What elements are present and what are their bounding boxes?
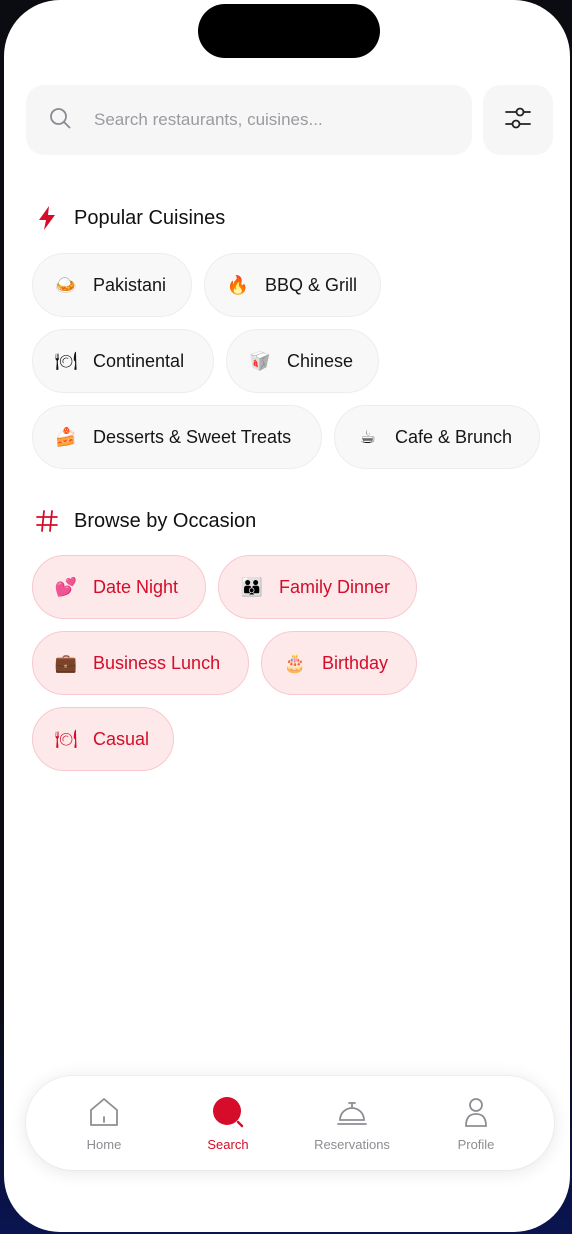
search-icon xyxy=(211,1095,245,1129)
plate-icon: 🍽 xyxy=(54,728,78,750)
chip-casual[interactable]: 🍽 Casual xyxy=(32,707,174,771)
chip-label: Casual xyxy=(93,728,150,749)
chip-label: Desserts & Sweet Treats xyxy=(93,426,292,447)
tab-profile[interactable]: Profile xyxy=(421,1095,531,1152)
chip-label: Date Night xyxy=(93,576,179,597)
chip-business-lunch[interactable]: 💼 Business Lunch xyxy=(32,631,249,695)
tab-home[interactable]: Home xyxy=(49,1095,159,1152)
lightning-icon xyxy=(34,205,60,231)
tab-reservations[interactable]: Reservations xyxy=(297,1095,407,1152)
popular-cuisines-heading: Popular Cuisines xyxy=(34,205,225,231)
coffee-icon: ☕ xyxy=(359,426,377,448)
chip-label: BBQ & Grill xyxy=(265,274,358,295)
tab-label: Reservations xyxy=(314,1136,390,1152)
chip-continental[interactable]: 🍽 Continental xyxy=(32,329,214,393)
chip-chinese[interactable]: 🥡 Chinese xyxy=(226,329,379,393)
chip-label: Pakistani xyxy=(93,274,167,295)
service-bell-icon xyxy=(335,1095,369,1129)
hashtag-icon xyxy=(34,508,60,534)
briefcase-icon: 💼 xyxy=(54,652,78,674)
chip-family-dinner[interactable]: 👪 Family Dinner xyxy=(218,555,417,619)
chip-label: Birthday xyxy=(322,652,389,673)
occasion-chips: 💕 Date Night 👪 Family Dinner 💼 Business … xyxy=(32,555,552,783)
fire-icon: 🔥 xyxy=(226,274,250,296)
chip-label: Family Dinner xyxy=(279,576,391,597)
bottom-tab-bar: Home Search Reservations Profile xyxy=(26,1076,554,1170)
takeout-box-icon: 🥡 xyxy=(248,350,272,372)
hearts-icon: 💕 xyxy=(54,576,78,598)
section-title-text: Browse by Occasion xyxy=(74,509,257,532)
search-row xyxy=(26,85,554,157)
tab-label: Profile xyxy=(457,1136,495,1152)
birthday-cake-icon: 🎂 xyxy=(283,652,307,674)
chip-label: Continental xyxy=(93,350,185,371)
chip-label: Chinese xyxy=(287,350,354,371)
chip-desserts[interactable]: 🍰 Desserts & Sweet Treats xyxy=(32,405,322,469)
home-icon xyxy=(87,1095,121,1129)
browse-by-occasion-heading: Browse by Occasion xyxy=(34,508,256,534)
chip-label: Cafe & Brunch xyxy=(395,426,513,447)
search-icon xyxy=(48,106,72,135)
chip-bbq-grill[interactable]: 🔥 BBQ & Grill xyxy=(204,253,381,317)
chip-birthday[interactable]: 🎂 Birthday xyxy=(261,631,417,695)
chip-cafe-brunch[interactable]: ☕ Cafe & Brunch xyxy=(334,405,540,469)
plate-icon: 🍽 xyxy=(54,350,78,372)
sliders-icon xyxy=(503,103,533,138)
search-input[interactable] xyxy=(94,110,454,130)
chip-pakistani[interactable]: 🍛 Pakistani xyxy=(32,253,192,317)
family-icon: 👪 xyxy=(240,576,264,598)
dynamic-island xyxy=(198,4,380,58)
tab-label: Home xyxy=(86,1136,122,1152)
tab-search[interactable]: Search xyxy=(173,1095,283,1152)
chip-label: Business Lunch xyxy=(93,652,221,673)
person-icon xyxy=(459,1095,493,1129)
filter-button[interactable] xyxy=(483,85,553,155)
tab-label: Search xyxy=(207,1136,249,1152)
chip-date-night[interactable]: 💕 Date Night xyxy=(32,555,206,619)
phone-screen: Popular Cuisines 🍛 Pakistani 🔥 BBQ & Gri… xyxy=(4,0,570,1232)
section-title-text: Popular Cuisines xyxy=(74,206,226,229)
cake-slice-icon: 🍰 xyxy=(54,426,78,448)
search-bar[interactable] xyxy=(26,85,472,155)
curry-icon: 🍛 xyxy=(54,274,78,296)
cuisine-chips: 🍛 Pakistani 🔥 BBQ & Grill 🍽 Continental … xyxy=(32,253,552,481)
